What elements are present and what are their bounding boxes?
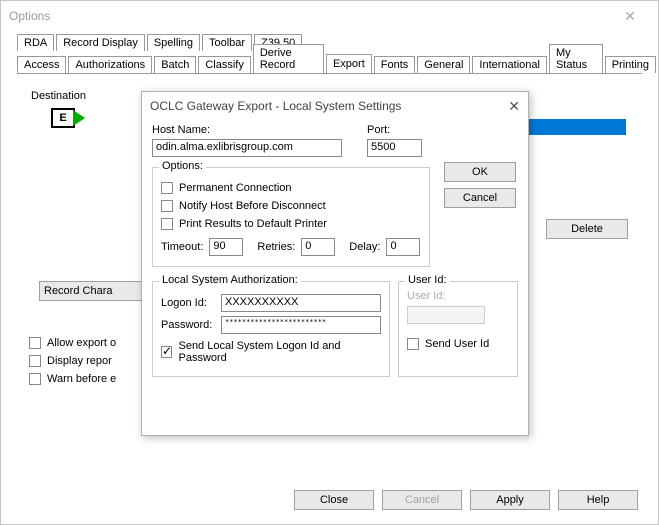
apply-button[interactable]: Apply	[470, 490, 550, 510]
dialog-cancel-button[interactable]: Cancel	[444, 188, 516, 208]
dialog-titlebar: OCLC Gateway Export - Local System Setti…	[142, 92, 528, 120]
warn-before-label: Warn before e	[47, 373, 116, 385]
footer-buttons: Close Cancel Apply Help	[294, 490, 638, 510]
tab-record-display[interactable]: Record Display	[56, 34, 145, 51]
send-logon-label: Send Local System Logon Id and Password	[178, 340, 381, 364]
delay-input[interactable]: 0	[386, 238, 420, 256]
port-input[interactable]: 5500	[367, 139, 422, 157]
display-report-checkbox[interactable]	[29, 355, 41, 367]
tab-printing[interactable]: Printing	[605, 56, 656, 73]
permanent-connection-label: Permanent Connection	[179, 182, 292, 194]
close-button[interactable]: Close	[294, 490, 374, 510]
tab-classify[interactable]: Classify	[198, 56, 251, 73]
userid-group-label: User Id:	[405, 274, 450, 286]
display-report-label: Display repor	[47, 355, 112, 367]
tab-authorizations[interactable]: Authorizations	[68, 56, 152, 73]
notify-host-label: Notify Host Before Disconnect	[179, 200, 326, 212]
userid-label: User Id:	[407, 290, 509, 302]
tab-export[interactable]: Export	[326, 54, 372, 73]
tab-derive-record[interactable]: Derive Record	[253, 44, 324, 73]
lsa-group-label: Local System Authorization:	[159, 274, 301, 286]
options-group-label: Options:	[159, 160, 206, 172]
delete-button[interactable]: Delete	[546, 219, 628, 239]
logon-id-input[interactable]: XXXXXXXXXX	[221, 294, 381, 312]
export-icon-letter: E	[59, 112, 66, 124]
send-logon-checkbox[interactable]	[161, 346, 172, 358]
options-window: Options ✕ RDA Record Display Spelling To…	[0, 0, 659, 525]
gateway-export-dialog: OCLC Gateway Export - Local System Setti…	[141, 91, 529, 436]
port-label: Port:	[367, 124, 427, 136]
help-button[interactable]: Help	[558, 490, 638, 510]
tab-rda[interactable]: RDA	[17, 34, 54, 51]
password-input[interactable]: ************************	[221, 316, 381, 334]
send-userid-label: Send User Id	[425, 338, 489, 350]
tabs-row-2: Access Authorizations Batch Classify Der…	[1, 53, 658, 73]
notify-host-checkbox[interactable]	[161, 200, 173, 212]
userid-input	[407, 306, 485, 324]
tab-batch[interactable]: Batch	[154, 56, 196, 73]
delay-label: Delay:	[349, 241, 380, 253]
export-icon[interactable]: E	[51, 108, 75, 128]
allow-export-checkbox[interactable]	[29, 337, 41, 349]
retries-input[interactable]: 0	[301, 238, 335, 256]
allow-export-label: Allow export o	[47, 337, 116, 349]
timeout-input[interactable]: 90	[209, 238, 243, 256]
close-icon[interactable]: ✕	[610, 8, 650, 25]
warn-before-checkbox[interactable]	[29, 373, 41, 385]
titlebar: Options ✕	[1, 1, 658, 31]
tab-my-status[interactable]: My Status	[549, 44, 603, 73]
arrow-icon	[73, 110, 85, 126]
host-name-input[interactable]: odin.alma.exlibrisgroup.com	[152, 139, 342, 157]
window-title: Options	[9, 9, 610, 23]
retries-label: Retries:	[257, 241, 295, 253]
send-userid-checkbox[interactable]	[407, 338, 419, 350]
tab-spelling[interactable]: Spelling	[147, 34, 200, 51]
export-options: Allow export o Display repor Warn before…	[29, 331, 116, 391]
host-name-label: Host Name:	[152, 124, 347, 136]
record-characteristics-button[interactable]: Record Chara	[39, 281, 149, 301]
timeout-label: Timeout:	[161, 241, 203, 253]
tab-access[interactable]: Access	[17, 56, 66, 73]
dialog-close-icon[interactable]: ✕	[496, 98, 520, 115]
permanent-connection-checkbox[interactable]	[161, 182, 173, 194]
ok-button[interactable]: OK	[444, 162, 516, 182]
tab-international[interactable]: International	[472, 56, 547, 73]
print-results-label: Print Results to Default Printer	[179, 218, 327, 230]
logon-id-label: Logon Id:	[161, 297, 221, 309]
tab-fonts[interactable]: Fonts	[374, 56, 416, 73]
password-label: Password:	[161, 319, 221, 331]
dialog-title: OCLC Gateway Export - Local System Setti…	[150, 99, 496, 113]
print-results-checkbox[interactable]	[161, 218, 173, 230]
tab-general[interactable]: General	[417, 56, 470, 73]
tab-toolbar[interactable]: Toolbar	[202, 34, 252, 51]
cancel-button[interactable]: Cancel	[382, 490, 462, 510]
